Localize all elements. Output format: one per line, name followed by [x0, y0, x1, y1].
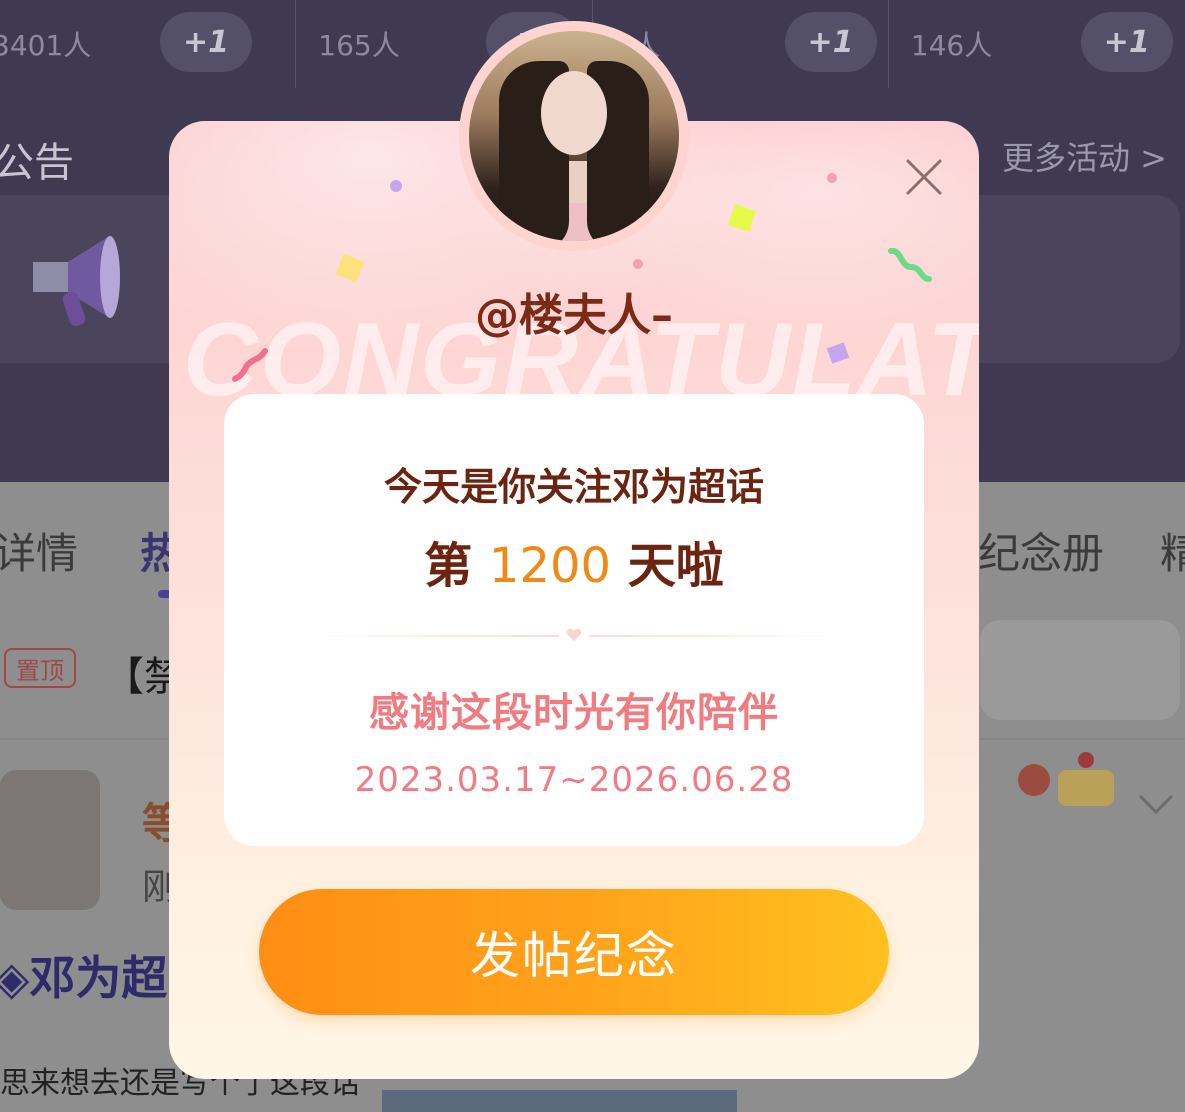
more-activities-link[interactable]: 更多活动 > [1002, 133, 1167, 179]
pinned-thumbnail [980, 620, 1180, 720]
post-commemoration-button[interactable]: 发帖纪念 [259, 889, 889, 1015]
username: @楼夫人– [475, 290, 673, 341]
post-avatar[interactable] [0, 770, 100, 910]
counter-cell: 3401人 +1 [0, 0, 297, 88]
anniversary-modal: CONGRATULATE @楼夫人– 今天是你关注邓为超话 第 1200 天啦 … [169, 121, 979, 1079]
avatar [459, 21, 689, 251]
avatar-photo [469, 31, 679, 241]
chevron-down-icon[interactable] [1136, 790, 1176, 820]
counter-cell: 146人 +1 [889, 0, 1185, 88]
post-image[interactable] [382, 1090, 737, 1112]
cake-sticker-icon [1018, 752, 1114, 806]
separator-line [309, 635, 559, 637]
tab-more[interactable]: 精 [1160, 520, 1185, 581]
tab-details[interactable]: 详情 [0, 520, 78, 581]
plus-one-button[interactable]: +1 [160, 12, 252, 72]
counter-text: 165人 [318, 29, 400, 62]
avatar-face [541, 71, 607, 155]
day-count-line: 第 1200 天啦 [224, 526, 924, 596]
day-count-number: 1200 [488, 538, 612, 594]
confetti-dot-icon [633, 259, 643, 269]
confetti-ribbon-icon [232, 348, 268, 382]
plus-one-button[interactable]: +1 [784, 12, 877, 72]
topic-tag[interactable]: ◈邓为超 [0, 942, 167, 1008]
separator-line [589, 635, 839, 637]
pinned-badge: 置顶 [4, 648, 76, 688]
tab-album[interactable]: 纪念册 [978, 520, 1104, 581]
plus-one-button[interactable]: +1 [1080, 12, 1173, 72]
confetti-square-icon [728, 204, 756, 232]
day-count-suffix: 天啦 [611, 538, 724, 594]
confetti-square-icon [826, 342, 850, 364]
heart-icon [566, 629, 582, 641]
counter-text: 146人 [910, 29, 993, 62]
counter-text: 3401人 [0, 29, 92, 62]
megaphone-icon [33, 236, 120, 327]
follow-message: 今天是你关注邓为超话 [383, 465, 764, 509]
thanks-message: 感谢这段时光有你陪伴 [369, 690, 779, 736]
confetti-dot-icon [827, 173, 837, 183]
confetti-dot-icon [390, 180, 402, 192]
heart-separator [309, 629, 839, 641]
notice-title: 公告 [0, 140, 74, 186]
date-range: 2023.03.17~2026.06.28 [354, 760, 794, 800]
anniversary-card: 今天是你关注邓为超话 第 1200 天啦 感谢这段时光有你陪伴 2023.03.… [224, 394, 924, 846]
day-count-prefix: 第 [424, 538, 489, 594]
close-icon[interactable] [902, 155, 946, 199]
